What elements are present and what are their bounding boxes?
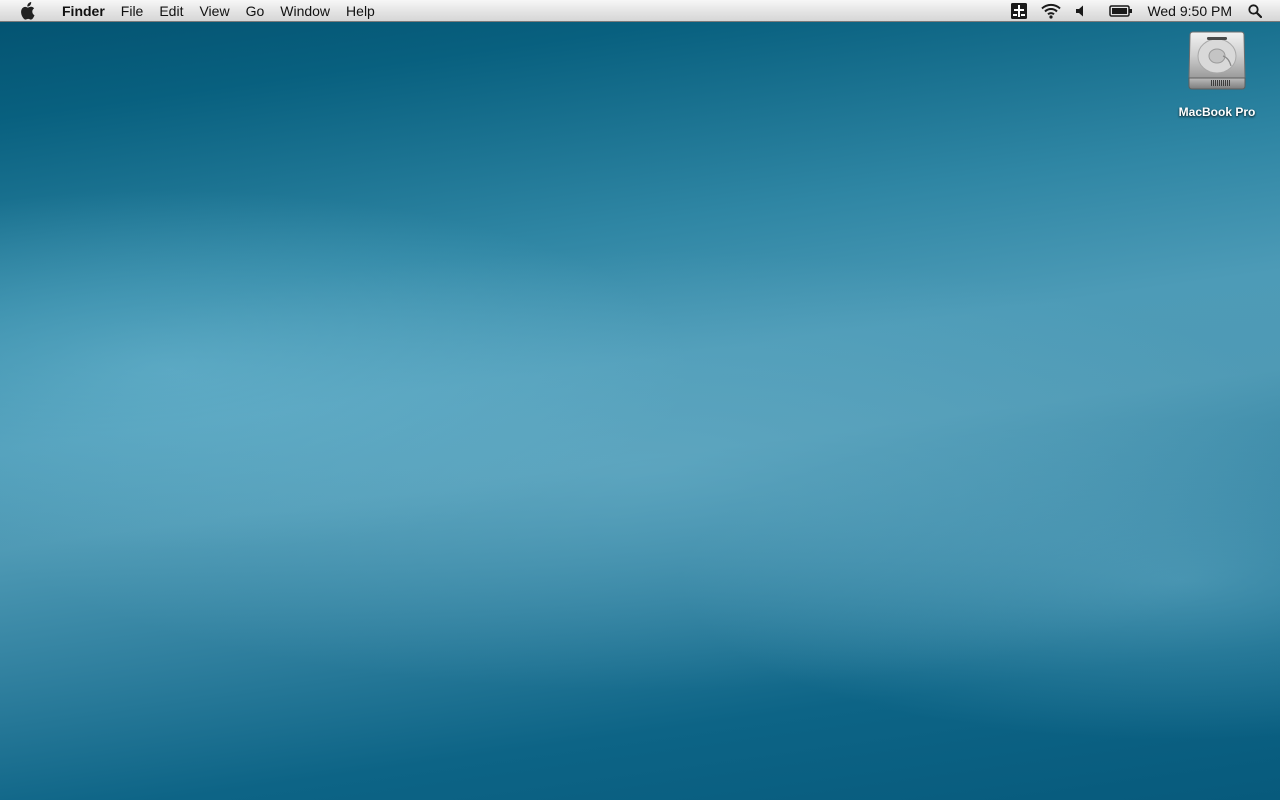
wifi-icon[interactable] <box>1041 0 1062 22</box>
menu-view[interactable]: View <box>191 0 237 22</box>
menu-bar-left: Finder File Edit View Go Window Help <box>0 0 383 22</box>
menu-file[interactable]: File <box>113 0 152 22</box>
app-menu-finder[interactable]: Finder <box>54 0 113 22</box>
desktop[interactable] <box>0 0 1280 800</box>
apple-icon[interactable] <box>18 0 36 22</box>
volume-icon[interactable] <box>1075 0 1087 22</box>
menu-bar-clock[interactable]: Wed 9:50 PM <box>1147 0 1232 22</box>
battery-icon[interactable] <box>1109 0 1133 22</box>
keyboard-input-icon[interactable] <box>1011 0 1028 22</box>
hard-drive-icon <box>1187 30 1247 97</box>
menu-bar-right: Wed 9:50 PM <box>997 0 1280 22</box>
desktop-icon-label: MacBook Pro <box>1178 105 1256 119</box>
search-icon[interactable] <box>1248 0 1262 22</box>
menu-go[interactable]: Go <box>238 0 273 22</box>
menu-help[interactable]: Help <box>338 0 383 22</box>
menu-bar: Finder File Edit View Go Window Help Wed… <box>0 0 1280 22</box>
menu-edit[interactable]: Edit <box>151 0 191 22</box>
menu-window[interactable]: Window <box>272 0 338 22</box>
desktop-icon-macbook-pro[interactable]: MacBook Pro <box>1172 30 1262 119</box>
